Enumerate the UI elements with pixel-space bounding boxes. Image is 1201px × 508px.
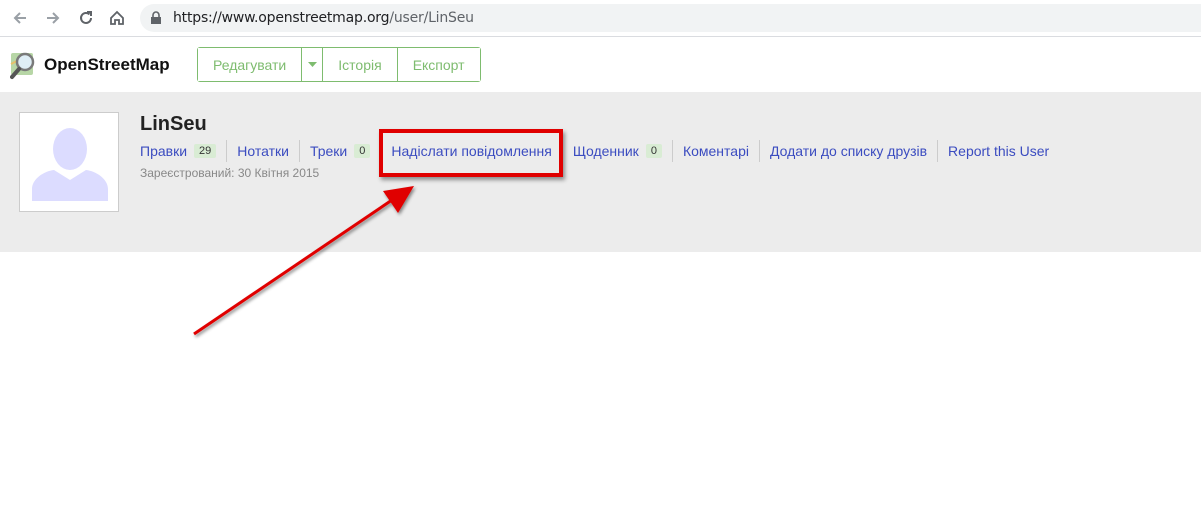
- user-links: Правки 29 Нотатки Треки 0 Надіслати повідо…: [140, 140, 1059, 162]
- edit-button[interactable]: Редагувати: [198, 48, 303, 81]
- home-button[interactable]: [106, 7, 128, 29]
- user-link-label: Додати до списку друзів: [769, 143, 928, 159]
- user-link-report[interactable]: Report this User: [937, 140, 1059, 162]
- user-link-add-friend[interactable]: Додати до списку друзів: [758, 140, 937, 162]
- address-bar[interactable]: https://www.openstreetmap.org/user/LinSe…: [140, 4, 1201, 32]
- export-button[interactable]: Експорт: [397, 48, 480, 81]
- site-brand[interactable]: OpenStreetMap: [44, 55, 170, 75]
- url-text: https://www.openstreetmap.org/user/LinSe…: [173, 10, 474, 26]
- user-link-edits[interactable]: Правки 29: [140, 140, 226, 162]
- url-path: /user/LinSeu: [389, 10, 474, 26]
- count-badge: 29: [194, 144, 217, 158]
- user-link-label: Треки: [309, 143, 348, 159]
- username: LinSeu: [140, 113, 207, 135]
- site-header: OpenStreetMap Редагувати Історія Експорт: [0, 37, 1201, 92]
- count-badge: 0: [354, 144, 371, 158]
- avatar: [19, 112, 119, 212]
- browser-toolbar: https://www.openstreetmap.org/user/LinSe…: [0, 0, 1201, 37]
- header-button-group: Редагувати Історія Експорт: [197, 47, 481, 82]
- home-icon: [110, 10, 124, 25]
- url-host: https://www.openstreetmap.org: [173, 10, 390, 26]
- user-link-label: Нотатки: [237, 143, 289, 159]
- registration-date: Зареєстрований: 30 Квітня 2015: [140, 166, 320, 180]
- arrow-left-icon: [13, 12, 26, 24]
- back-button[interactable]: [9, 7, 31, 29]
- user-link-label: Коментарі: [682, 143, 749, 159]
- lock-icon: [151, 11, 161, 24]
- edit-dropdown-button[interactable]: [302, 48, 324, 81]
- user-profile-header: LinSeu Правки 29 Нотатки Треки 0 Надіслати…: [0, 92, 1201, 252]
- user-link-label: Report this User: [948, 143, 1050, 159]
- user-link-comments[interactable]: Коментарі: [671, 140, 759, 162]
- history-button[interactable]: Історія: [323, 48, 398, 81]
- osm-magnifier-logo-icon[interactable]: [10, 50, 40, 80]
- caret-down-icon: [307, 62, 317, 67]
- arrow-right-icon: [47, 12, 60, 24]
- reload-icon: [80, 11, 92, 24]
- count-badge: 0: [645, 144, 662, 158]
- reload-button[interactable]: [75, 7, 97, 29]
- user-link-label: Правки: [140, 143, 188, 159]
- forward-button[interactable]: [42, 7, 64, 29]
- user-link-traces[interactable]: Треки 0: [298, 140, 380, 162]
- annotation-highlight-box: [379, 129, 563, 177]
- default-user-silhouette-icon: [20, 113, 118, 211]
- user-link-diary[interactable]: Щоденник 0: [561, 140, 672, 162]
- user-link-label: Щоденник: [572, 143, 639, 159]
- user-link-notes[interactable]: Нотатки: [226, 140, 299, 162]
